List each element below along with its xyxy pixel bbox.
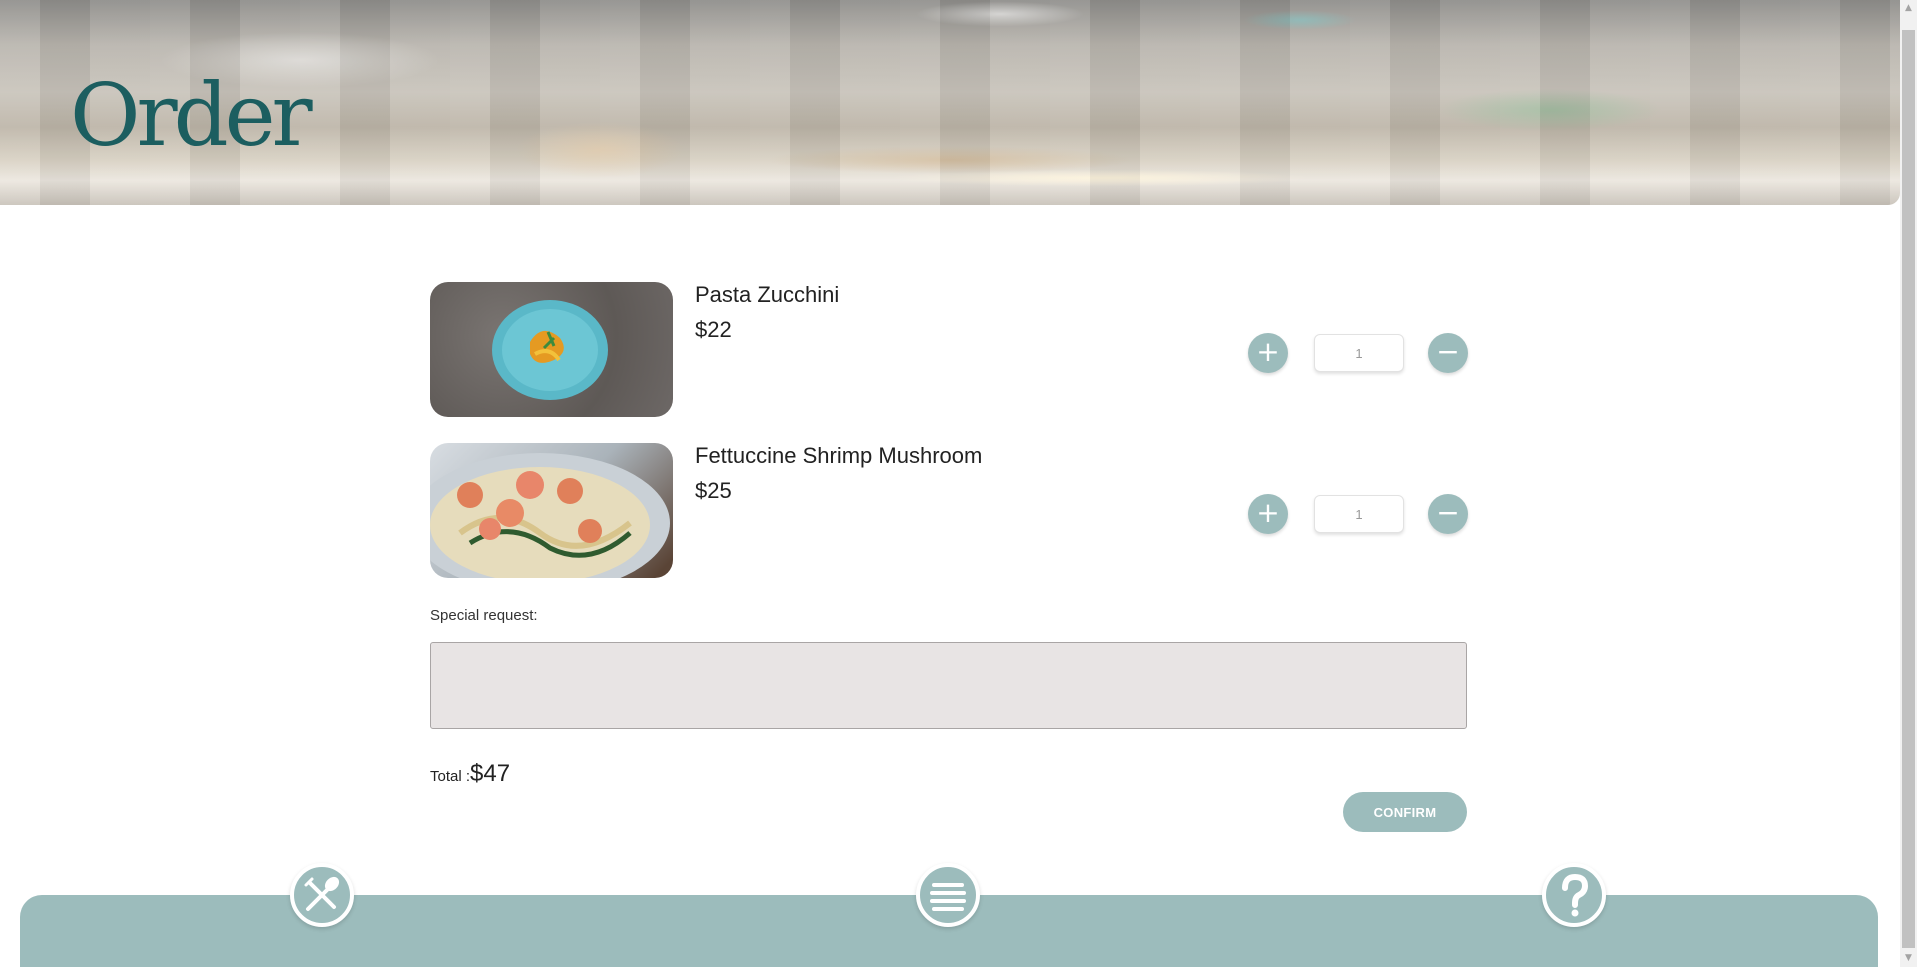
order-total: Total :$47: [430, 760, 510, 788]
quantity-input[interactable]: [1314, 495, 1404, 533]
item-name: Fettuccine Shrimp Mushroom: [695, 443, 983, 468]
decrease-quantity-button[interactable]: −: [1428, 494, 1468, 534]
item-name: Pasta Zucchini: [695, 282, 840, 307]
header-banner: Order: [0, 0, 1900, 205]
order-item: Pasta Zucchini $22 + −: [430, 282, 1468, 417]
nav-help-button[interactable]: [1542, 863, 1606, 927]
increase-quantity-button[interactable]: +: [1248, 333, 1288, 373]
nav-order-button[interactable]: [290, 863, 354, 927]
special-request-input[interactable]: [430, 642, 1467, 729]
quantity-input[interactable]: [1314, 334, 1404, 372]
dish-image: [430, 443, 673, 578]
special-request-label: Special request:: [430, 607, 538, 624]
fork-spoon-icon: [304, 876, 340, 911]
dish-image: [430, 282, 673, 417]
decrease-quantity-button[interactable]: −: [1428, 333, 1468, 373]
item-price: $25: [695, 478, 732, 503]
total-label: Total :: [430, 768, 471, 785]
scroll-up-arrow-icon[interactable]: ▲: [1900, 0, 1917, 17]
page-scrollbar[interactable]: ▲ ▼: [1900, 0, 1917, 967]
page-title: Order: [70, 66, 313, 166]
total-value: $47: [470, 760, 511, 787]
nav-menu-button[interactable]: [916, 863, 980, 927]
confirm-button[interactable]: CONFIRM: [1343, 792, 1467, 832]
scroll-down-arrow-icon[interactable]: ▼: [1900, 950, 1917, 967]
help-icon: [1562, 873, 1589, 917]
menu-icon: [930, 883, 966, 911]
increase-quantity-button[interactable]: +: [1248, 494, 1288, 534]
order-item: Fettuccine Shrimp Mushroom $25 + −: [430, 443, 1468, 578]
item-price: $22: [695, 317, 732, 342]
scrollbar-thumb[interactable]: [1902, 30, 1915, 948]
